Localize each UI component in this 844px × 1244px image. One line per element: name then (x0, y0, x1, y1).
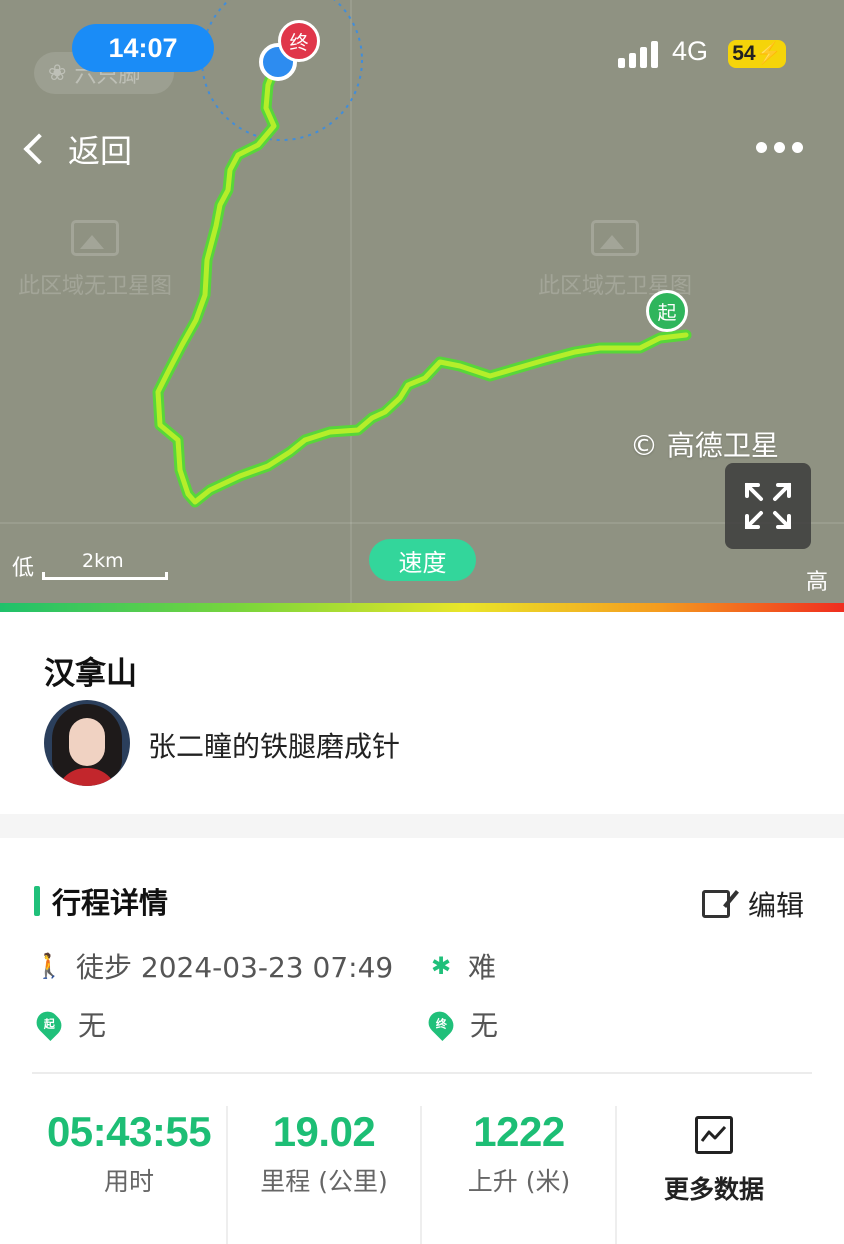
more-dot (792, 142, 803, 153)
stat-ascent: 1222 上升 (米) (467, 1108, 571, 1196)
avatar[interactable] (44, 700, 130, 786)
stat-distance: 19.02 里程 (公里) (260, 1108, 388, 1196)
network-type: 4G (672, 36, 709, 66)
scale-label: 2km (82, 550, 124, 572)
end-pin-icon: 终 (424, 1007, 458, 1041)
author-name[interactable]: 张二瞳的铁腿磨成针 (148, 725, 400, 765)
back-label: 返回 (68, 132, 133, 170)
status-bar: ❀ 六只脚 14:07 4G 54 ⚡ (0, 0, 844, 96)
route-title-card: 汉拿山 张二瞳的铁腿磨成针 (0, 612, 844, 814)
speed-mode-button[interactable]: 速度 (369, 539, 476, 581)
more-menu-button[interactable] (756, 142, 803, 153)
start-point-info: 起 无 (32, 1004, 106, 1044)
route-line (155, 61, 689, 505)
end-point-info: 终 无 (424, 1004, 498, 1044)
legend-high-label: 高 (806, 570, 829, 595)
puzzle-icon: ✱ (430, 952, 452, 980)
charging-icon: ⚡ (755, 42, 782, 65)
start-marker[interactable]: 起 (646, 290, 688, 332)
trip-details-card: 行程详情 编辑 🚶 徒步 2024-03-23 07:49 ✱ 难 起 无 终 … (0, 838, 844, 1244)
edit-icon (702, 890, 730, 918)
map-copyright: © 高德卫星 (630, 429, 779, 462)
section-accent-bar (34, 886, 40, 916)
cellular-signal-icon (618, 40, 658, 68)
more-dot (756, 142, 767, 153)
hiking-icon: 🚶 (34, 952, 64, 980)
footprint-icon: ❀ (48, 60, 67, 86)
more-data-button[interactable]: 更多数据 (617, 1116, 811, 1206)
route-title: 汉拿山 (44, 656, 137, 692)
difficulty-info: ✱ 难 (428, 946, 496, 986)
start-pin-icon: 起 (32, 1007, 66, 1041)
stat-duration: 05:43:55 用时 (46, 1108, 212, 1196)
battery-icon: 54 ⚡ (728, 40, 786, 68)
more-dot (774, 142, 785, 153)
chevron-left-icon (23, 133, 55, 165)
section-title: 行程详情 (34, 884, 168, 920)
activity-info: 🚶 徒步 2024-03-23 07:49 (34, 951, 394, 984)
chart-icon (695, 1116, 733, 1154)
speed-gradient-legend (0, 603, 844, 612)
route-line-edge (152, 58, 692, 508)
fullscreen-button[interactable] (725, 463, 811, 549)
scale-bar (42, 572, 169, 580)
divider (32, 1072, 812, 1074)
map-scale: 低 2km (12, 550, 169, 582)
legend-low-label: 低 (12, 556, 35, 581)
back-button[interactable]: 返回 (18, 126, 132, 172)
status-time[interactable]: 14:07 (72, 24, 214, 72)
route-map[interactable]: 此区域无卫星图 此区域无卫星图 终 起 ❀ 六只脚 14:07 4G 54 ⚡ 返回… (0, 0, 844, 604)
expand-icon (745, 483, 791, 529)
edit-button[interactable]: 编辑 (702, 884, 804, 924)
